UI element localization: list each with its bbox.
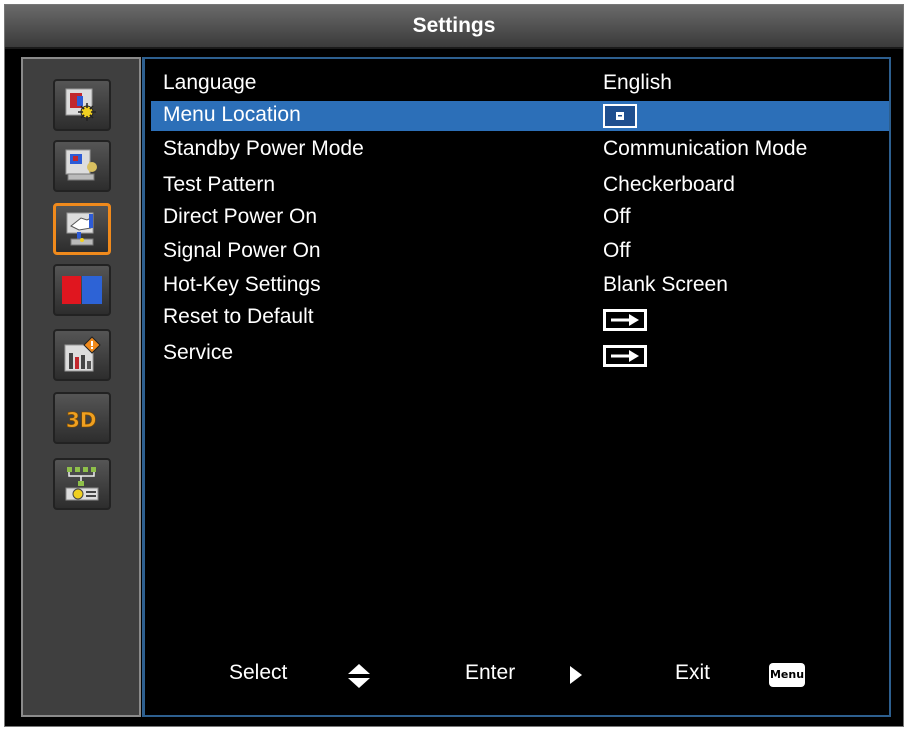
- right-arrow-icon: [569, 665, 583, 691]
- up-down-arrow-icon: [347, 663, 371, 695]
- menu-item-standby-power-mode[interactable]: Standby Power Mode Communication Mode: [151, 135, 889, 165]
- menu-item-value: Checkerboard: [603, 173, 735, 196]
- menu-item-label: Service: [163, 341, 234, 364]
- 3d-icon[interactable]: 3D: [53, 392, 111, 444]
- settings-window: Settings 3D Language English Menu Locati…: [4, 4, 904, 727]
- menu-item-value: Communication Mode: [603, 137, 808, 160]
- window-title: Settings: [5, 5, 903, 49]
- menu-location-center-icon: [603, 104, 637, 134]
- menu-item-reset-to-default[interactable]: Reset to Default: [151, 303, 889, 333]
- menu-item-value: Blank Screen: [603, 273, 728, 296]
- menu-item-label: Language: [163, 71, 257, 94]
- picture-adjust-icon[interactable]: [53, 79, 111, 131]
- menu-item-menu-location[interactable]: Menu Location: [151, 101, 889, 131]
- menu-item-hot-key-settings[interactable]: Hot-Key Settings Blank Screen: [151, 271, 889, 301]
- select-hint-label: Select: [229, 661, 288, 684]
- menu-item-test-pattern[interactable]: Test Pattern Checkerboard: [151, 171, 889, 201]
- menu-item-label: Standby Power Mode: [163, 137, 364, 160]
- menu-item-label: Test Pattern: [163, 173, 276, 196]
- key-hint-bar: Select Enter Exit Menu: [145, 661, 889, 693]
- info-chart-icon[interactable]: [53, 329, 111, 381]
- menu-item-direct-power-on[interactable]: Direct Power On Off: [151, 203, 889, 233]
- menu-item-value: English: [603, 71, 672, 94]
- menu-item-label: Hot-Key Settings: [163, 273, 321, 296]
- enter-arrow-icon: [603, 345, 647, 373]
- menu-item-service[interactable]: Service: [151, 339, 889, 369]
- exit-hint-label: Exit: [675, 661, 711, 684]
- settings-list: Language English Menu Location Standby P…: [142, 57, 891, 717]
- menu-item-value: Off: [603, 205, 631, 228]
- enter-hint-label: Enter: [465, 661, 516, 684]
- menu-item-value: Off: [603, 239, 631, 262]
- color-blocks-icon[interactable]: [53, 264, 111, 316]
- menu-item-signal-power-on[interactable]: Signal Power On Off: [151, 237, 889, 267]
- menu-item-label: Menu Location: [163, 103, 301, 126]
- enter-arrow-icon: [603, 309, 647, 337]
- display-settings-icon[interactable]: [53, 140, 111, 192]
- menu-item-label: Reset to Default: [163, 305, 314, 328]
- network-icon[interactable]: [53, 458, 111, 510]
- category-sidebar: 3D: [21, 57, 141, 717]
- svg-text:3D: 3D: [66, 408, 97, 432]
- menu-item-language[interactable]: Language English: [151, 69, 889, 99]
- menu-key-icon: Menu: [769, 663, 805, 687]
- menu-item-label: Direct Power On: [163, 205, 318, 228]
- setup-hand-icon[interactable]: [53, 203, 111, 255]
- menu-item-label: Signal Power On: [163, 239, 321, 262]
